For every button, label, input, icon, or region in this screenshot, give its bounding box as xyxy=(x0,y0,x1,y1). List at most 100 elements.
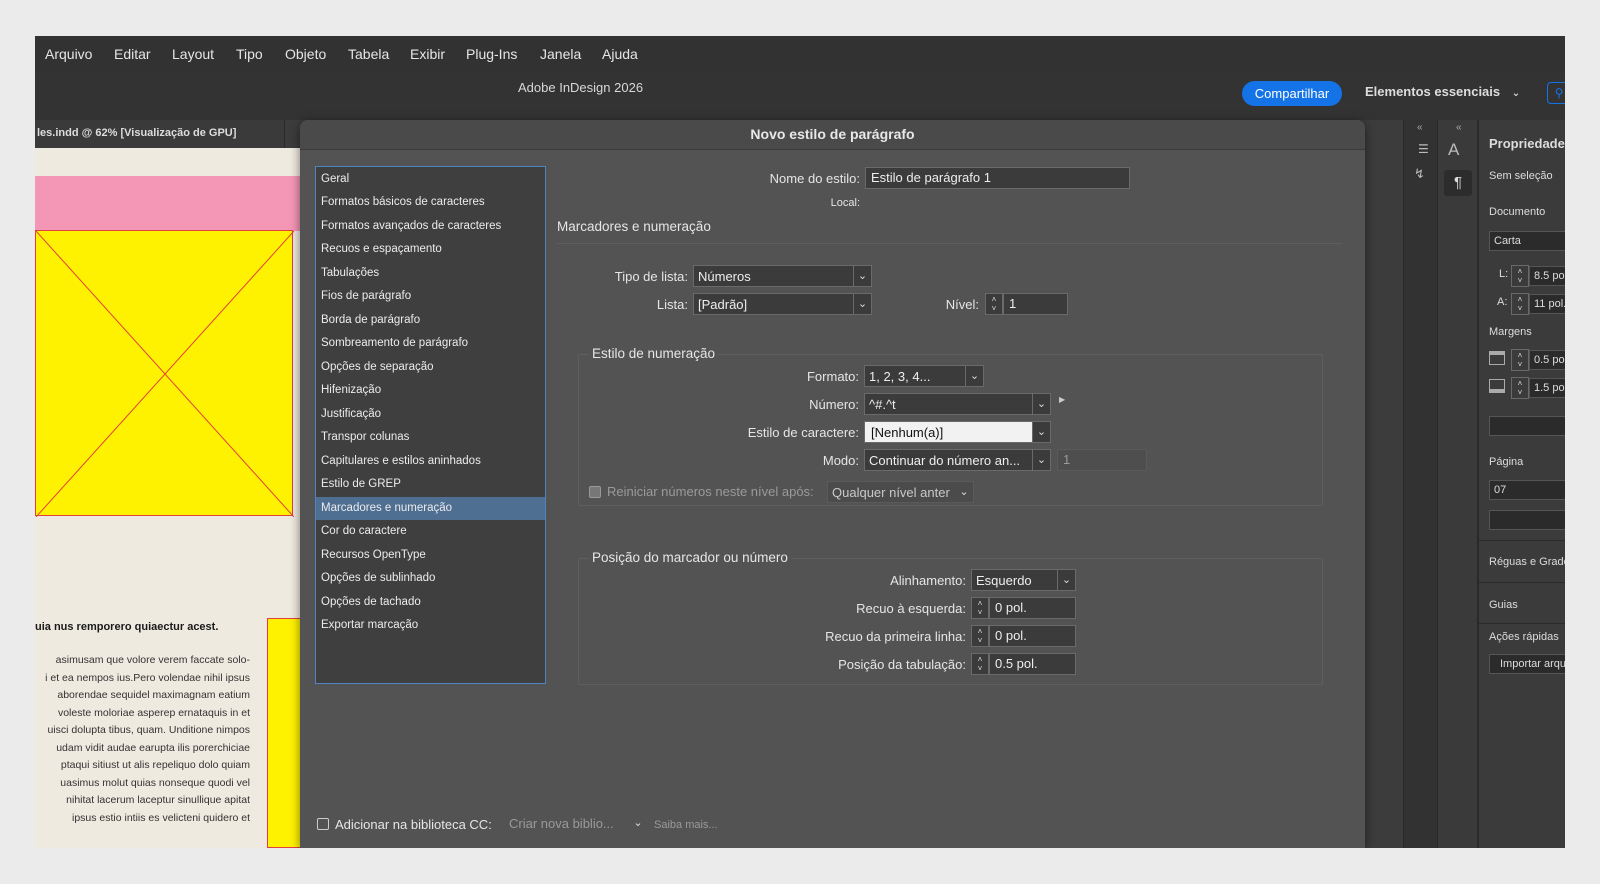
category-item[interactable]: Opções de separação xyxy=(316,356,545,379)
level-input[interactable]: 1 xyxy=(1003,293,1068,315)
menu-arquivo[interactable]: Arquivo xyxy=(45,46,92,62)
chevron-down-icon: ⌄ xyxy=(965,366,983,386)
rulers-grids-label[interactable]: Réguas e Grades xyxy=(1489,556,1565,568)
chevron-down-icon: ⌄ xyxy=(1032,422,1050,442)
number-select[interactable]: ^#.^t ⌄ xyxy=(864,393,1051,415)
left-indent-stepper[interactable]: ˄ ˅ xyxy=(971,597,989,619)
category-item[interactable]: Borda de parágrafo xyxy=(316,309,545,332)
chevron-down-icon: ⌄ xyxy=(1032,394,1050,414)
no-selection-label: Sem seleção xyxy=(1489,170,1553,182)
category-item[interactable]: Estilo de GREP xyxy=(316,473,545,496)
category-item[interactable]: Capitulares e estilos aninhados xyxy=(316,450,545,473)
chevron-down-icon: ⌄ xyxy=(1511,88,1521,99)
workspace-switcher[interactable]: Elementos essenciais ⌄ xyxy=(1365,84,1520,99)
body-text-line: nihitat lacerum laceptur sinullique apit… xyxy=(66,794,250,806)
category-item[interactable]: Geral xyxy=(316,168,545,191)
list-select[interactable]: [Padrão] ⌄ xyxy=(693,293,872,315)
list-type-select[interactable]: Números ⌄ xyxy=(693,265,872,287)
dialog-title: Novo estilo de parágrafo xyxy=(300,120,1365,150)
height-field[interactable]: 11 pol. xyxy=(1529,294,1565,314)
restart-level-value: Qualquer nível anter xyxy=(832,485,950,500)
restart-level-select: Qualquer nível anter ⌄ xyxy=(827,481,974,503)
category-item[interactable]: Recuos e espaçamento xyxy=(316,238,545,261)
category-item[interactable]: Opções de tachado xyxy=(316,591,545,614)
document-preset-select[interactable]: Carta xyxy=(1489,231,1565,251)
tab-position-input[interactable]: 0.5 pol. xyxy=(989,653,1076,675)
width-label: L: xyxy=(1499,268,1509,280)
learn-more-link[interactable]: Saiba mais... xyxy=(654,819,718,831)
category-item[interactable]: Opções de sublinhado xyxy=(316,567,545,590)
tab-position-stepper[interactable]: ˄ ˅ xyxy=(971,653,989,675)
chevron-down-icon: ⌄ xyxy=(853,266,871,286)
category-item[interactable]: Transpor colunas xyxy=(316,426,545,449)
number-value: ^#.^t xyxy=(869,397,896,412)
left-indent-input[interactable]: 0 pol. xyxy=(989,597,1076,619)
document-canvas[interactable]: uia nus remporero quiaectur acest. asimu… xyxy=(35,148,305,848)
first-line-indent-stepper[interactable]: ˄ ˅ xyxy=(971,625,989,647)
category-item[interactable]: Justificação xyxy=(316,403,545,426)
width-field[interactable]: 8.5 pol. xyxy=(1529,266,1565,286)
menu-ajuda[interactable]: Ajuda xyxy=(602,46,638,62)
category-item[interactable]: Tabulações xyxy=(316,262,545,285)
first-line-indent-input[interactable]: 0 pol. xyxy=(989,625,1076,647)
page-field[interactable]: 07 xyxy=(1489,480,1565,500)
menu-editar[interactable]: Editar xyxy=(114,46,151,62)
special-chars-flyout-icon[interactable]: ▶ xyxy=(1059,395,1065,404)
style-name-input[interactable]: Estilo de parágrafo 1 xyxy=(865,167,1130,189)
margin-top-stepper[interactable]: ˄ ˅ xyxy=(1511,349,1529,371)
menu-layout[interactable]: Layout xyxy=(172,46,214,62)
category-item[interactable]: Exportar marcação xyxy=(316,614,545,637)
height-label: A: xyxy=(1497,296,1508,308)
share-button[interactable]: Compartilhar xyxy=(1242,81,1342,106)
lightning-icon[interactable]: ↯ xyxy=(1414,166,1425,182)
page-more-button[interactable] xyxy=(1489,510,1565,530)
image-placeholder-frame[interactable] xyxy=(35,230,294,517)
menu-exibir[interactable]: Exibir xyxy=(410,46,445,62)
category-item[interactable]: Cor do caractere xyxy=(316,520,545,543)
character-styles-icon[interactable]: A xyxy=(1448,140,1459,160)
new-paragraph-style-dialog: Novo estilo de parágrafo Geral Formatos … xyxy=(300,120,1365,848)
category-item-selected[interactable]: Marcadores e numeração xyxy=(316,497,545,520)
category-item[interactable]: Sombreamento de parágrafo xyxy=(316,332,545,355)
menu-objeto[interactable]: Objeto xyxy=(285,46,326,62)
collapse-icon[interactable]: « xyxy=(1417,122,1423,133)
body-text-line: i et ea nempos ius.Pero volendae nihil i… xyxy=(45,672,250,684)
document-tab-label: les.indd @ 62% [Visualização de GPU] xyxy=(37,127,237,139)
tab-position-label: Posição da tabulação: xyxy=(838,657,966,672)
format-select[interactable]: 1, 2, 3, 4... ⌄ xyxy=(864,365,984,387)
margin-bottom-stepper[interactable]: ˄ ˅ xyxy=(1511,377,1529,399)
margins-more-button[interactable] xyxy=(1489,416,1565,436)
cc-library-label: Adicionar na biblioteca CC: xyxy=(335,817,492,832)
mode-select[interactable]: Continuar do número an... ⌄ xyxy=(864,449,1051,471)
menu-tipo[interactable]: Tipo xyxy=(236,46,263,62)
margin-top-field[interactable]: 0.5 pol. xyxy=(1529,350,1565,370)
category-item[interactable]: Fios de parágrafo xyxy=(316,285,545,308)
guides-label[interactable]: Guias xyxy=(1489,599,1518,611)
paragraph-styles-icon[interactable]: ¶ xyxy=(1444,170,1472,196)
alignment-label: Alinhamento: xyxy=(890,573,966,588)
import-file-button[interactable]: Importar arqu xyxy=(1489,654,1565,674)
level-stepper[interactable]: ˄ ˅ xyxy=(985,293,1003,315)
cc-library-checkbox[interactable] xyxy=(317,818,329,830)
document-tab[interactable]: les.indd @ 62% [Visualização de GPU] xyxy=(35,120,285,148)
category-item[interactable]: Formatos avançados de caracteres xyxy=(316,215,545,238)
alignment-select[interactable]: Esquerdo ⌄ xyxy=(971,569,1076,591)
properties-panel: Propriedades Sem seleção Documento Carta… xyxy=(1477,120,1565,848)
height-stepper[interactable]: ˄ ˅ xyxy=(1511,293,1529,315)
panel-menu-icon[interactable]: ☰ xyxy=(1418,142,1429,156)
width-stepper[interactable]: ˄ ˅ xyxy=(1511,265,1529,287)
menu-tabela[interactable]: Tabela xyxy=(348,46,389,62)
section-title: Marcadores e numeração xyxy=(557,219,711,234)
category-item[interactable]: Hifenização xyxy=(316,379,545,402)
search-icon[interactable]: ⚲ xyxy=(1547,82,1565,104)
character-style-select[interactable]: [Nenhum(a)] ⌄ xyxy=(864,421,1051,443)
pink-band xyxy=(35,176,305,231)
chevron-down-icon: ⌄ xyxy=(853,294,871,314)
margin-bottom-field[interactable]: 1.5 pol. xyxy=(1529,378,1565,398)
menu-plugins[interactable]: Plug-Ins xyxy=(466,46,517,62)
collapse-icon[interactable]: « xyxy=(1456,122,1462,133)
indesign-window: Arquivo Editar Layout Tipo Objeto Tabela… xyxy=(35,36,1565,848)
menu-janela[interactable]: Janela xyxy=(540,46,581,62)
category-item[interactable]: Recursos OpenType xyxy=(316,544,545,567)
category-item[interactable]: Formatos básicos de caracteres xyxy=(316,191,545,214)
